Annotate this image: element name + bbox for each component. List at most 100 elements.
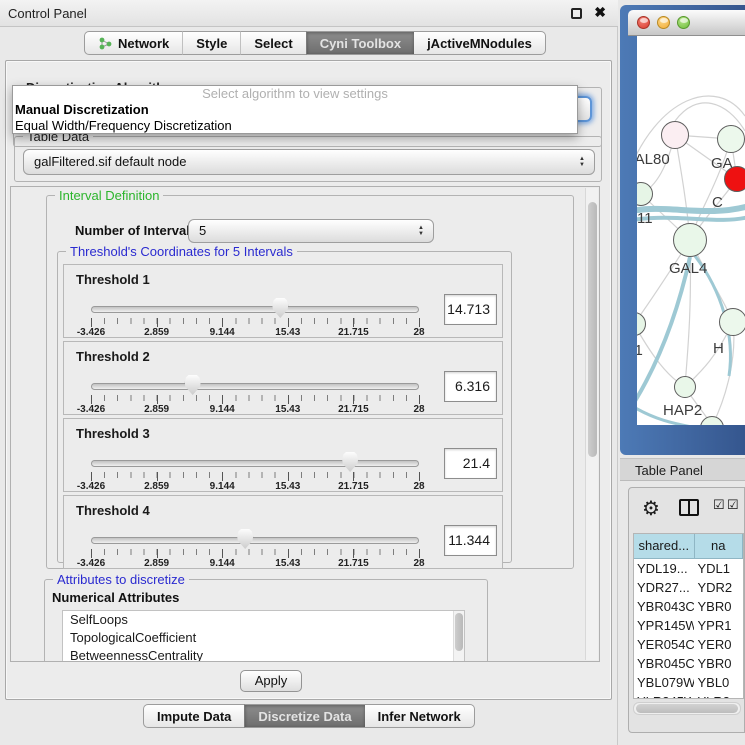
attribute-item-betweennesscentrality[interactable]: BetweennessCentrality bbox=[63, 647, 464, 662]
table-cell[interactable]: YLR345W bbox=[634, 692, 694, 699]
tab-infer-network[interactable]: Infer Network bbox=[365, 704, 475, 728]
tab-jactivemnodules[interactable]: jActiveMNodules bbox=[414, 31, 546, 55]
network-canvas[interactable]: GAL80GACGAL11GAL4GCY1HHAP2 bbox=[637, 36, 745, 425]
horizontal-scrollbar-thumb[interactable] bbox=[636, 704, 738, 713]
table-cell[interactable]: YBL0 bbox=[694, 673, 743, 692]
table-cell[interactable]: YDL19... bbox=[634, 559, 694, 578]
slider-thumb[interactable] bbox=[272, 298, 288, 318]
number-of-intervals-combobox[interactable]: 5 ▲▼ bbox=[188, 219, 434, 243]
threshold-slider[interactable]: -3.4262.8599.14415.4321.71528 bbox=[91, 342, 419, 416]
tab-network[interactable]: Network bbox=[84, 31, 182, 55]
slider-ticks bbox=[91, 318, 420, 324]
checkbox-checked-icon[interactable]: ☑ bbox=[727, 497, 739, 513]
node-label: GAL11 bbox=[637, 210, 653, 227]
network-node-h[interactable] bbox=[719, 308, 745, 336]
vertical-scrollbar[interactable] bbox=[585, 188, 598, 660]
threshold-value-field[interactable]: 11.344 bbox=[444, 525, 497, 556]
threshold-value-field[interactable]: 6.316 bbox=[444, 371, 497, 402]
table-row[interactable]: YER054CYER0 bbox=[634, 635, 743, 654]
combobox-stepper-icon[interactable]: ▲▼ bbox=[577, 150, 587, 174]
checkbox-checked-icon[interactable]: ☑ bbox=[713, 497, 725, 513]
slider-track[interactable] bbox=[91, 460, 419, 467]
slider-major-tick bbox=[419, 472, 420, 481]
tab-discretize-data[interactable]: Discretize Data bbox=[244, 704, 364, 728]
threshold-slider[interactable]: -3.4262.8599.14415.4321.71528 bbox=[91, 265, 419, 339]
threshold-slider[interactable]: -3.4262.8599.14415.4321.71528 bbox=[91, 419, 419, 493]
tab-label: Impute Data bbox=[157, 709, 231, 724]
table-cell[interactable]: YLR3 bbox=[694, 692, 743, 699]
float-window-icon[interactable] bbox=[571, 8, 582, 19]
slider-tick-label: 9.144 bbox=[210, 404, 235, 415]
number-of-intervals-value: 5 bbox=[199, 223, 206, 238]
table-cell[interactable]: YDR27... bbox=[634, 578, 694, 597]
threshold-value-field[interactable]: 21.4 bbox=[444, 448, 497, 479]
tab-label: Select bbox=[254, 36, 292, 51]
table-row[interactable]: YBR045CYBR0 bbox=[634, 654, 743, 673]
table-row[interactable]: YPR145WYPR1 bbox=[634, 616, 743, 635]
table-cell[interactable]: YBR043C bbox=[634, 597, 694, 616]
table-data-combobox[interactable]: galFiltered.sif default node ▲▼ bbox=[23, 149, 595, 175]
table-cell[interactable]: YDR2 bbox=[694, 578, 743, 597]
column-header-shared[interactable]: shared... bbox=[634, 534, 695, 559]
node-label: H bbox=[713, 340, 724, 357]
table-cell[interactable]: YPR145W bbox=[634, 616, 694, 635]
slider-tick-label: 21.715 bbox=[338, 558, 369, 569]
table-row[interactable]: YLR345WYLR3 bbox=[634, 692, 743, 699]
threshold-value-field[interactable]: 14.713 bbox=[444, 294, 497, 325]
slider-tick-label: -3.426 bbox=[77, 327, 105, 338]
network-node-ga[interactable] bbox=[717, 125, 745, 153]
list-scrollbar-thumb[interactable] bbox=[455, 613, 463, 651]
slider-track[interactable] bbox=[91, 306, 419, 313]
slider-track[interactable] bbox=[91, 537, 419, 544]
table-row[interactable]: YBL079WYBL0 bbox=[634, 673, 743, 692]
network-node-c[interactable] bbox=[724, 166, 745, 192]
tab-cyni-toolbox[interactable]: Cyni Toolbox bbox=[306, 31, 414, 55]
slider-tick-label: 21.715 bbox=[338, 327, 369, 338]
zoom-traffic-light-icon[interactable] bbox=[677, 16, 690, 29]
table-row[interactable]: YDR27...YDR2 bbox=[634, 578, 743, 597]
attributes-group: Attributes to discretize Numerical Attri… bbox=[44, 579, 488, 662]
slider-tick-label: -3.426 bbox=[77, 558, 105, 569]
slider-thumb[interactable] bbox=[342, 452, 358, 472]
horizontal-scrollbar[interactable] bbox=[633, 702, 741, 715]
gear-icon[interactable]: ⚙ bbox=[642, 496, 660, 521]
network-node-hap2[interactable] bbox=[674, 376, 696, 398]
table-row[interactable]: YBR043CYBR0 bbox=[634, 597, 743, 616]
table-cell[interactable]: YDL1 bbox=[694, 559, 743, 578]
table-cell[interactable]: YER054C bbox=[634, 635, 694, 654]
slider-major-tick bbox=[353, 549, 354, 558]
tab-impute-data[interactable]: Impute Data bbox=[143, 704, 244, 728]
close-traffic-light-icon[interactable] bbox=[637, 16, 650, 29]
apply-button[interactable]: Apply bbox=[240, 670, 302, 692]
tab-select[interactable]: Select bbox=[240, 31, 305, 55]
slider-major-tick bbox=[222, 472, 223, 481]
table-row[interactable]: YDL19...YDL1 bbox=[634, 559, 743, 578]
show-columns-icon[interactable] bbox=[679, 499, 699, 516]
column-header-na[interactable]: na bbox=[695, 534, 743, 559]
slider-thumb[interactable] bbox=[185, 375, 201, 395]
minimize-traffic-light-icon[interactable] bbox=[657, 16, 670, 29]
network-node-gal80[interactable] bbox=[661, 121, 689, 149]
attribute-item-topologicalcoefficient[interactable]: TopologicalCoefficient bbox=[63, 629, 464, 647]
table-cell[interactable]: YBR0 bbox=[694, 597, 743, 616]
slider-thumb[interactable] bbox=[237, 529, 253, 549]
algorithm-option-equal-width-frequency-discretization[interactable]: Equal Width/Frequency Discretization bbox=[13, 118, 577, 134]
close-icon[interactable]: ✖ bbox=[594, 4, 606, 21]
network-node-gal4[interactable] bbox=[673, 223, 707, 257]
slider-major-tick bbox=[288, 395, 289, 404]
combobox-stepper-icon[interactable]: ▲▼ bbox=[416, 220, 426, 242]
slider-track[interactable] bbox=[91, 383, 419, 390]
table-cell[interactable]: YBR045C bbox=[634, 654, 694, 673]
slider-major-tick bbox=[288, 549, 289, 558]
threshold-slider[interactable]: -3.4262.8599.14415.4321.71528 bbox=[91, 496, 419, 570]
vertical-scrollbar-thumb[interactable] bbox=[588, 202, 597, 457]
table-cell[interactable]: YER0 bbox=[694, 635, 743, 654]
list-scrollbar[interactable] bbox=[453, 611, 464, 662]
algorithm-option-manual-discretization[interactable]: Manual Discretization bbox=[13, 102, 577, 118]
table-cell[interactable]: YBL079W bbox=[634, 673, 694, 692]
table-cell[interactable]: YBR0 bbox=[694, 654, 743, 673]
attribute-item-selfloops[interactable]: SelfLoops bbox=[63, 611, 464, 629]
tab-label: jActiveMNodules bbox=[427, 36, 532, 51]
tab-style[interactable]: Style bbox=[182, 31, 240, 55]
table-cell[interactable]: YPR1 bbox=[694, 616, 743, 635]
